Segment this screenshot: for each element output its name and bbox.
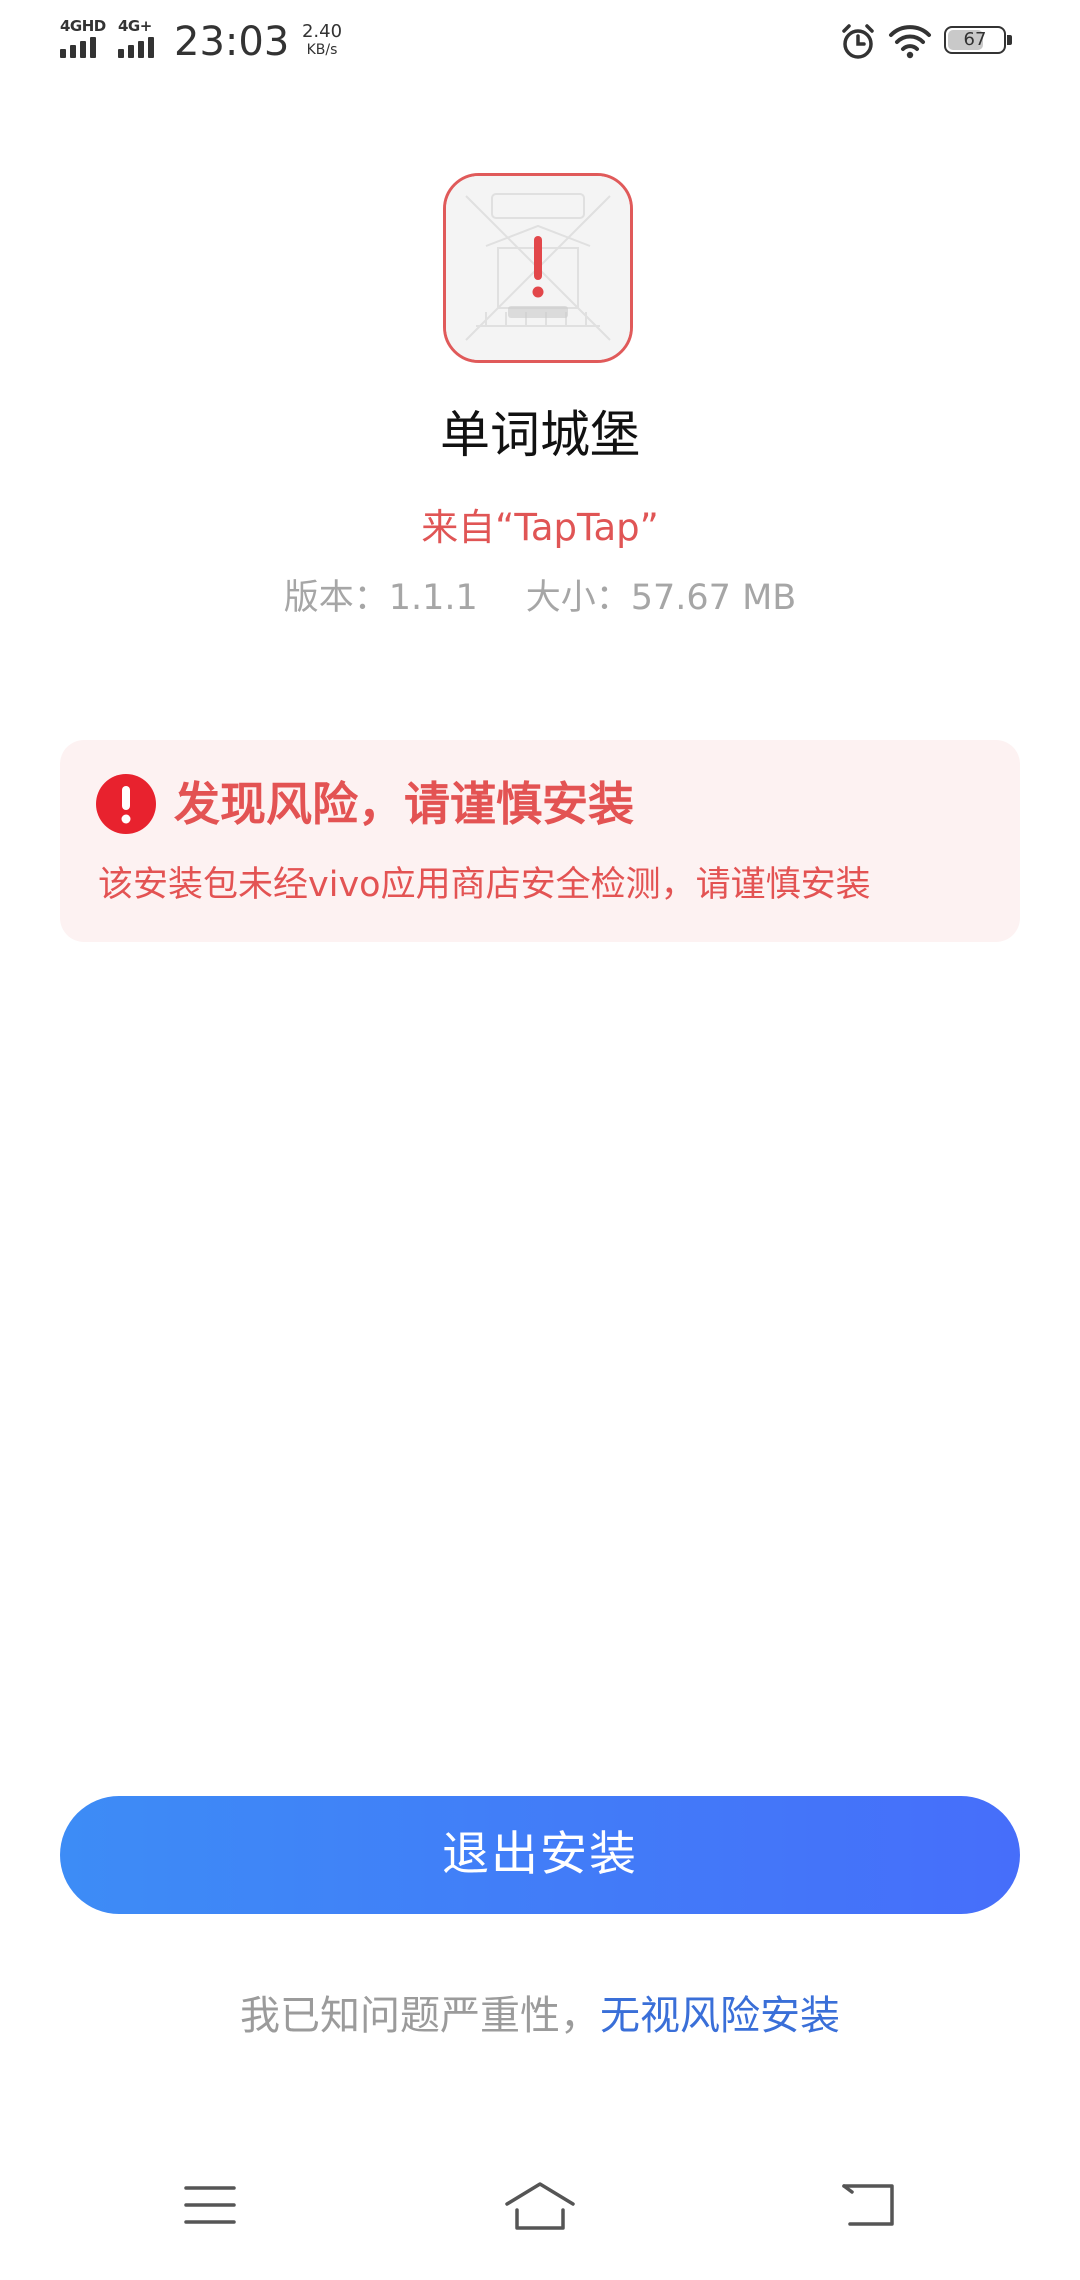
- app-size: 大小：57.67 MB: [525, 578, 797, 618]
- warning-icon: [96, 774, 156, 834]
- ignore-risk-install-link[interactable]: 无视风险安装: [600, 1993, 840, 2039]
- ignore-risk-line: 我已知问题严重性，无视风险安装: [0, 1984, 1080, 2048]
- app-name: 单词城堡: [440, 406, 640, 464]
- app-source: 来自“TapTap”: [421, 506, 659, 549]
- back-icon[interactable]: [840, 2180, 898, 2230]
- network-speed-unit: KB/s: [306, 42, 338, 58]
- app-version: 版本：1.1.1: [283, 578, 478, 618]
- alarm-icon: [842, 24, 874, 59]
- risk-warning-card: 发现风险，请谨慎安装 该安装包未经vivo应用商店安全检测，请谨慎安装: [60, 740, 1020, 942]
- wifi-icon: [889, 25, 931, 59]
- battery-level: 67: [963, 29, 987, 50]
- home-icon[interactable]: [503, 2180, 577, 2234]
- signal-label: 4GHD: [60, 17, 106, 35]
- app-meta: 版本：1.1.1 大小：57.67 MB: [0, 570, 1080, 626]
- warning-title: 发现风险，请谨慎安装: [174, 777, 634, 831]
- status-time: 23:03: [174, 19, 290, 65]
- network-speed-value: 2.40: [301, 21, 343, 42]
- network-speed: 2.40 KB/s: [292, 21, 352, 59]
- status-bar: 4GHD 4G+ 23:03 2.40 KB/s 67: [0, 0, 1080, 84]
- signal-icon: 4GHD: [60, 18, 112, 58]
- ignore-risk-prefix: 我已知问题严重性，: [240, 1993, 600, 2039]
- warning-description: 该安装包未经vivo应用商店安全检测，请谨慎安装: [98, 865, 871, 905]
- menu-icon[interactable]: [182, 2180, 238, 2230]
- app-icon: [443, 173, 633, 363]
- battery-icon: 67: [944, 26, 1014, 56]
- signal-label: 4G+: [118, 17, 152, 35]
- signal-icon: 4G+: [118, 18, 170, 58]
- exit-install-button[interactable]: 退出安装: [60, 1796, 1020, 1914]
